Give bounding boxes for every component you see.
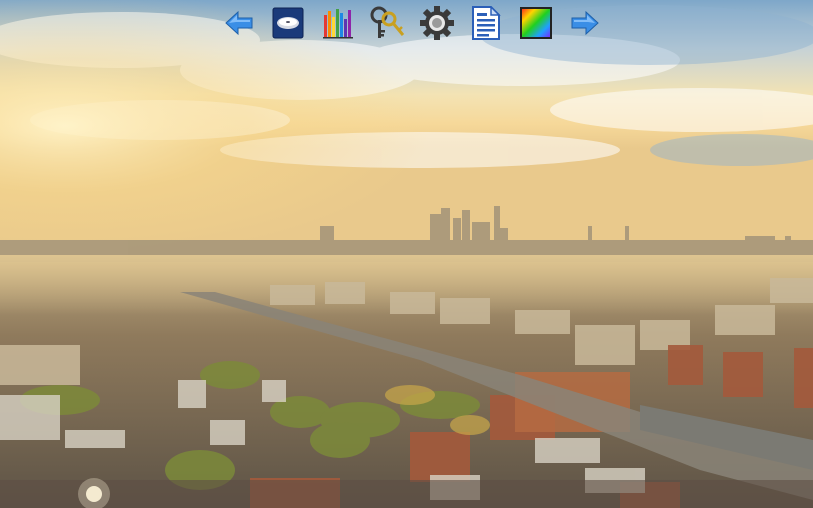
document-button[interactable] — [467, 4, 505, 42]
launcher-toolbar — [220, 3, 604, 43]
back-arrow-icon — [225, 10, 253, 36]
gear-icon — [419, 6, 454, 40]
disk-icon — [272, 7, 304, 39]
wallpaper-image — [0, 0, 813, 508]
keys-icon — [370, 6, 405, 38]
color-palette-icon — [519, 7, 552, 39]
keys-button[interactable] — [368, 4, 406, 42]
bar-chart-button[interactable] — [319, 4, 357, 42]
desktop — [0, 0, 813, 508]
color-palette-button[interactable] — [517, 4, 555, 42]
back-arrow-button[interactable] — [220, 4, 258, 42]
document-icon — [472, 6, 501, 40]
forward-arrow-button[interactable] — [566, 4, 604, 42]
settings-button[interactable] — [418, 4, 456, 42]
forward-arrow-icon — [571, 10, 599, 36]
bar-chart-icon — [322, 9, 353, 39]
disk-button[interactable] — [269, 4, 307, 42]
